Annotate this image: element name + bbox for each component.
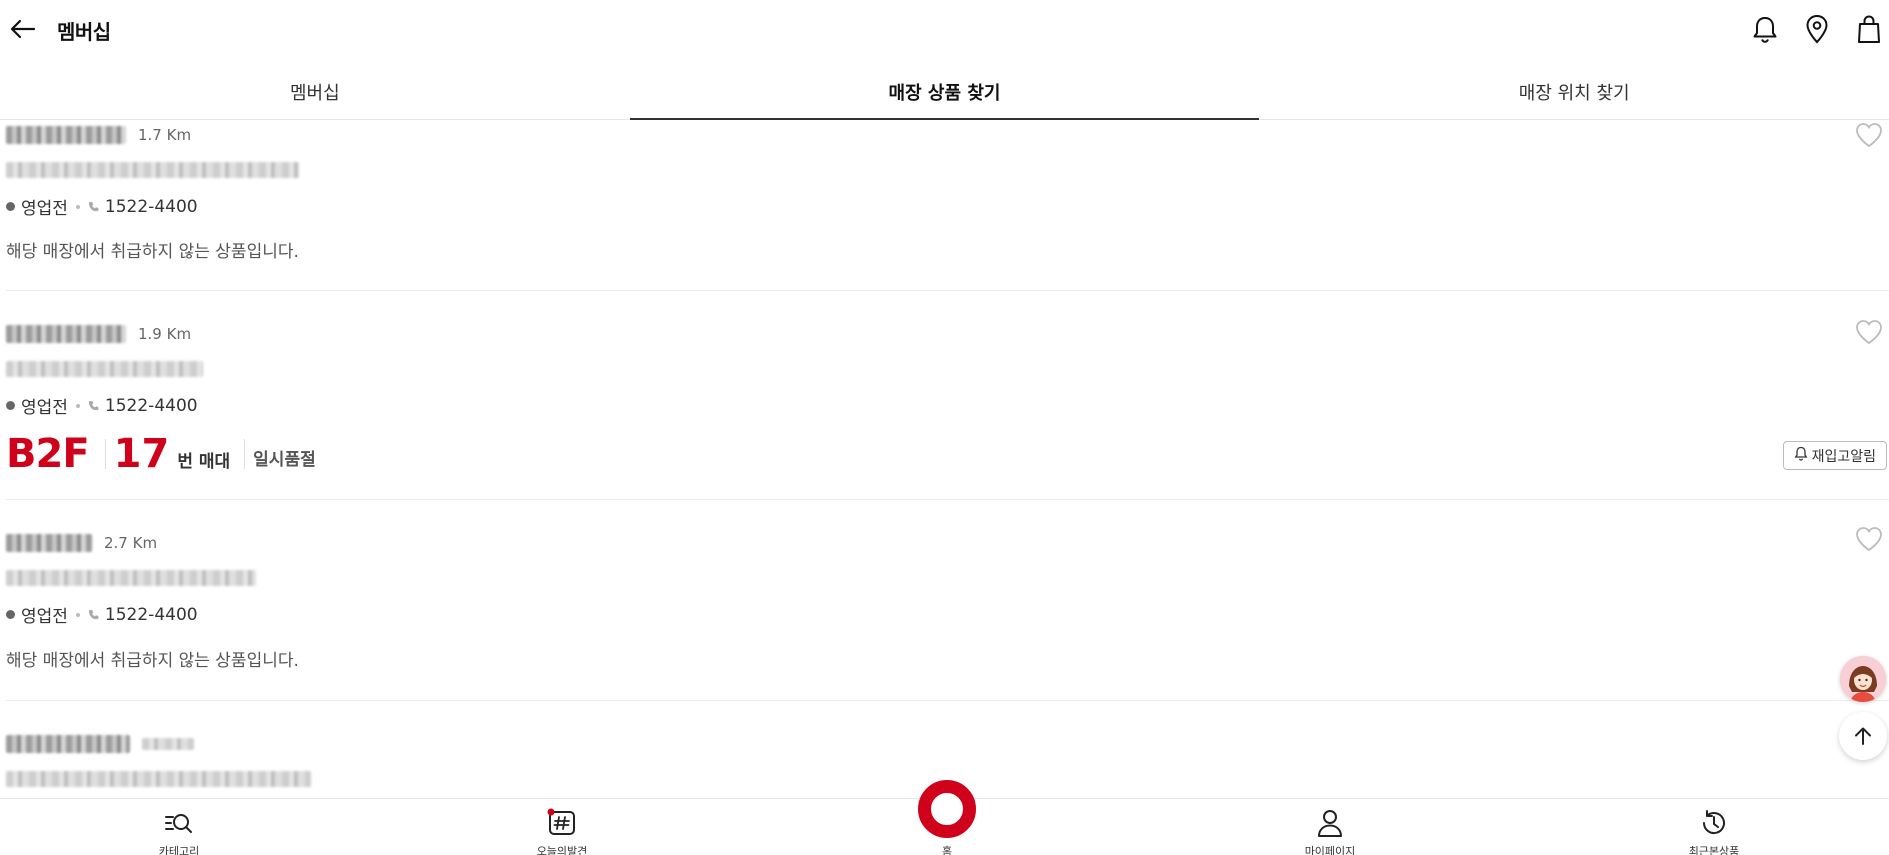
store-list[interactable]: 1.7 Km 영업전 1522-4400 해당 매장에서 취급하지 않는 상품입… <box>0 120 1889 798</box>
list-item[interactable]: 2.7 Km 영업전 1522-4400 해당 매장에서 취급하지 않는 상품입… <box>6 500 1889 701</box>
nav-label: 홈 <box>941 845 953 855</box>
separator <box>75 403 80 408</box>
store-name-redacted <box>6 126 126 144</box>
nav-label: 최근본상품 <box>1688 845 1740 855</box>
phone-icon <box>88 201 100 213</box>
header-actions <box>1749 12 1885 46</box>
tab-membership[interactable]: 멤버십 <box>0 70 630 119</box>
nav-label: 오늘의발견 <box>536 845 588 855</box>
divider <box>244 439 246 469</box>
separator <box>75 612 80 617</box>
availability-note: 해당 매장에서 취급하지 않는 상품입니다. <box>6 651 299 671</box>
stand-unit: 번 매대 <box>177 451 231 472</box>
tab-bar: 멤버십 매장 상품 찾기 매장 위치 찾기 <box>0 70 1889 120</box>
store-meta: 영업전 1522-4400 <box>6 194 198 219</box>
history-icon <box>1654 807 1774 839</box>
separator <box>75 204 80 209</box>
app-header: 멤버십 <box>0 0 1889 58</box>
restock-alert-label: 재입고알림 <box>1811 448 1876 465</box>
store-status: 영업전 <box>21 607 68 627</box>
store-distance-redacted <box>142 738 194 750</box>
store-meta: 영업전 1522-4400 <box>6 393 198 418</box>
store-distance: 1.9 Km <box>138 325 192 343</box>
category-search-icon <box>119 807 239 839</box>
heart-icon[interactable] <box>1855 122 1885 150</box>
store-address-redacted <box>6 771 311 787</box>
nav-label: 마이페이지 <box>1304 845 1356 855</box>
chatbot-avatar[interactable] <box>1840 656 1886 702</box>
store-status: 영업전 <box>21 398 68 418</box>
divider <box>104 439 106 469</box>
restock-alert-button[interactable]: 재입고알림 <box>1782 441 1887 470</box>
nav-label: 카테고리 <box>158 845 200 855</box>
store-address-redacted <box>6 570 256 586</box>
back-arrow-icon[interactable] <box>8 14 38 44</box>
store-address-redacted <box>6 361 203 377</box>
store-distance: 2.7 Km <box>104 534 158 552</box>
person-icon <box>1270 807 1390 839</box>
status-dot <box>6 610 15 619</box>
hashtag-icon <box>502 807 622 839</box>
tab-store-location-search[interactable]: 매장 위치 찾기 <box>1259 70 1889 119</box>
tab-store-product-search[interactable]: 매장 상품 찾기 <box>629 70 1260 120</box>
phone-icon <box>88 609 100 621</box>
list-item[interactable]: 1.9 Km 영업전 1522-4400 B2F 17 번 매대 일시품절 재입… <box>6 291 1889 500</box>
nav-today-discovery[interactable]: 오늘의발견 <box>502 807 622 855</box>
nav-category[interactable]: 카테고리 <box>119 807 239 855</box>
store-phone[interactable]: 1522-4400 <box>105 197 198 217</box>
store-meta: 영업전 1522-4400 <box>6 602 198 627</box>
store-name-redacted <box>6 325 126 343</box>
store-status: 영업전 <box>21 199 68 219</box>
store-phone[interactable]: 1522-4400 <box>105 605 198 625</box>
status-dot <box>6 202 15 211</box>
phone-icon <box>88 400 100 412</box>
store-phone[interactable]: 1522-4400 <box>105 396 198 416</box>
list-item[interactable]: 1.7 Km 영업전 1522-4400 해당 매장에서 취급하지 않는 상품입… <box>6 120 1889 291</box>
nav-recently-viewed[interactable]: 최근본상품 <box>1654 807 1774 855</box>
store-address-redacted <box>6 162 299 178</box>
stock-status: 일시품절 <box>253 449 316 470</box>
bell-icon[interactable] <box>1749 12 1781 46</box>
floor-label: B2F <box>6 431 90 477</box>
nav-mypage[interactable]: 마이페이지 <box>1270 807 1390 855</box>
availability-note: 해당 매장에서 취급하지 않는 상품입니다. <box>6 242 299 262</box>
stand-number: 17 <box>113 431 170 477</box>
store-name-redacted <box>6 534 92 552</box>
shelf-location: B2F 17 번 매대 일시품절 <box>6 431 316 477</box>
home-ring-icon[interactable] <box>918 780 976 838</box>
location-pin-icon[interactable] <box>1801 12 1833 46</box>
heart-icon[interactable] <box>1855 319 1885 347</box>
store-distance: 1.7 Km <box>138 126 192 144</box>
shopping-bag-icon[interactable] <box>1853 12 1885 46</box>
status-dot <box>6 401 15 410</box>
arrow-up-icon <box>1855 727 1871 745</box>
heart-icon[interactable] <box>1855 526 1885 554</box>
page-title: 멤버십 <box>57 20 111 44</box>
scroll-to-top-button[interactable] <box>1839 712 1887 760</box>
bell-icon <box>1794 446 1808 465</box>
store-name-redacted <box>6 735 130 753</box>
